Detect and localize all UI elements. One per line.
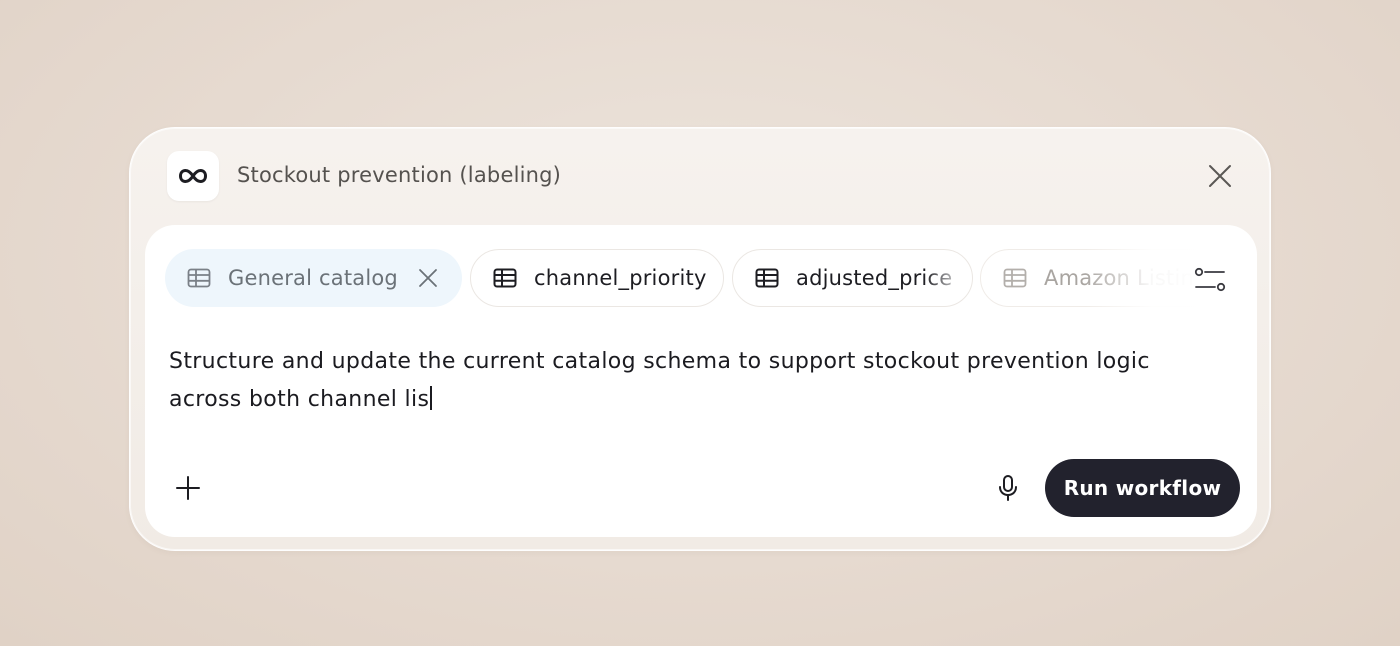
remove-chip-icon[interactable]	[418, 268, 438, 288]
filter-button[interactable]	[1193, 265, 1227, 295]
chip-label: channel_priority	[534, 266, 707, 290]
infinity-icon	[178, 167, 208, 185]
chip-general-catalog[interactable]: General catalog	[165, 249, 462, 307]
prompt-text: Structure and update the current catalog…	[169, 349, 1150, 412]
chip-label: adjusted_price	[796, 266, 953, 290]
context-chips: General catalog channel_priority adjuste…	[165, 249, 1205, 309]
prompt-input[interactable]: Structure and update the current catalog…	[169, 343, 1229, 419]
microphone-button[interactable]	[993, 473, 1023, 503]
panel-header: Stockout prevention (labeling)	[167, 151, 1233, 201]
workflow-panel: Stockout prevention (labeling) General c…	[129, 127, 1271, 551]
chip-label: General catalog	[228, 266, 398, 290]
chip-adjusted-price[interactable]: adjusted_price	[732, 249, 973, 307]
plus-icon	[175, 475, 201, 501]
prompt-card: General catalog channel_priority adjuste…	[145, 225, 1257, 537]
table-icon	[187, 268, 211, 288]
run-workflow-button[interactable]: Run workflow	[1045, 459, 1240, 517]
table-icon	[1003, 268, 1027, 288]
chip-label: Amazon Listin	[1044, 266, 1194, 290]
table-icon	[493, 268, 517, 288]
text-caret	[430, 386, 432, 410]
table-icon	[755, 268, 779, 288]
close-icon	[1208, 164, 1232, 188]
app-logo	[167, 151, 219, 201]
sliders-icon	[1194, 267, 1226, 293]
close-button[interactable]	[1206, 162, 1234, 190]
chip-amazon-listings[interactable]: Amazon Listin	[980, 249, 1205, 307]
microphone-icon	[997, 474, 1019, 502]
workflow-title: Stockout prevention (labeling)	[237, 163, 562, 187]
add-button[interactable]	[173, 473, 203, 503]
chip-channel-priority[interactable]: channel_priority	[470, 249, 724, 307]
